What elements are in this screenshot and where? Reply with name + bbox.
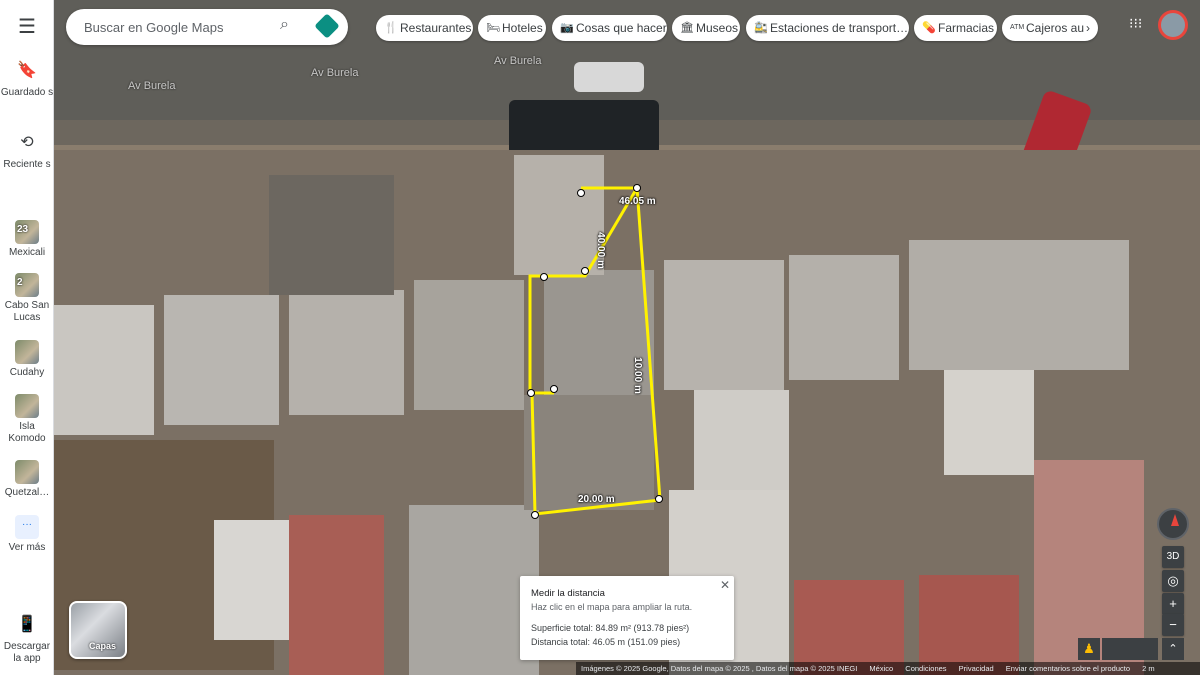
history-icon: ⟲ bbox=[20, 134, 34, 151]
attribution: Imágenes © 2025 Google, Datos del mapa ©… bbox=[581, 664, 858, 673]
measure-point bbox=[633, 184, 641, 192]
chip-cosas-que-hacer[interactable]: 📷 Cosas que hacer bbox=[552, 15, 667, 41]
pegman-icon[interactable]: ♟ bbox=[1078, 638, 1100, 660]
footer-link-mexico[interactable]: México bbox=[869, 664, 893, 673]
measure-point bbox=[531, 511, 539, 519]
apps-icon[interactable]: ⁝⁝⁝ bbox=[1129, 15, 1142, 32]
total-distance: Distancia total: 46.05 m (151.09 pies) bbox=[531, 637, 681, 647]
place-thumbnail bbox=[15, 460, 39, 484]
phone-icon: 📱 bbox=[17, 616, 37, 633]
layers-button[interactable]: Capas bbox=[69, 601, 127, 659]
measure-info-panel: Medir la distancia Haz clic en el mapa p… bbox=[520, 576, 734, 660]
chip-label: Farmacias bbox=[938, 21, 995, 35]
recent-place-quetzal[interactable]: Quetzal… bbox=[0, 460, 54, 499]
rail-label: Guardado s bbox=[0, 87, 54, 98]
layers-label: Capas bbox=[89, 641, 117, 651]
chip-label: Museos bbox=[696, 21, 739, 35]
atm-icon: ATM bbox=[1010, 24, 1025, 31]
street-label: Av Burela bbox=[128, 80, 176, 92]
chip-label: Cajeros au bbox=[1026, 21, 1085, 35]
train-icon: 🚉 bbox=[754, 22, 768, 34]
search-icon[interactable]: ⌕ bbox=[280, 16, 289, 34]
3d-toggle-button[interactable]: 3D bbox=[1162, 546, 1184, 568]
chip-museos[interactable]: 🏛 Museos bbox=[672, 15, 740, 41]
rail-label: Mexicali bbox=[8, 247, 46, 258]
rail-label: Isla Komodo bbox=[8, 421, 46, 444]
recent-place-cudahy[interactable]: Cudahy bbox=[0, 340, 54, 379]
satellite-map[interactable]: 46.05 m 40.00 m 10.00 m 20.00 m Av Burel… bbox=[54, 0, 1200, 675]
imagery-thumbnails[interactable] bbox=[1102, 638, 1158, 660]
search-box: ⌕ bbox=[66, 9, 348, 45]
footer-link-terms[interactable]: Condiciones bbox=[905, 664, 946, 673]
measure-label: 10.00 m bbox=[631, 357, 643, 394]
chip-farmacias[interactable]: 💊 Farmacias bbox=[914, 15, 997, 41]
left-rail: ☰ 🔖 Guardado s ⟲ Reciente s 23 Mexicali … bbox=[0, 0, 54, 675]
chip-label: Estaciones de transport… bbox=[770, 21, 909, 35]
avatar[interactable] bbox=[1158, 10, 1188, 40]
chip-label: Hoteles bbox=[502, 21, 543, 35]
rail-label: Ver más bbox=[8, 542, 46, 553]
chip-cajeros[interactable]: ATM Cajeros au › bbox=[1002, 15, 1098, 41]
count-badge: 2 bbox=[17, 277, 23, 288]
menu-button[interactable]: ☰ bbox=[0, 16, 54, 43]
download-app-button[interactable]: 📱 Descargar la app bbox=[0, 614, 54, 665]
street-label: Av Burela bbox=[494, 55, 542, 67]
measure-overlay bbox=[527, 184, 663, 519]
rail-label: Cabo San Lucas bbox=[4, 300, 50, 323]
rail-label: Quetzal… bbox=[4, 487, 50, 498]
chevron-right-icon[interactable]: › bbox=[1086, 15, 1090, 41]
pharmacy-icon: 💊 bbox=[922, 22, 936, 34]
chip-label: Cosas que hacer bbox=[576, 21, 667, 35]
footer-link-feedback[interactable]: Enviar comentarios sobre el producto bbox=[1006, 664, 1130, 673]
compass-icon[interactable] bbox=[1157, 508, 1189, 540]
recent-place-komodo[interactable]: Isla Komodo bbox=[0, 394, 54, 445]
more-button[interactable]: ··· Ver más bbox=[0, 515, 54, 554]
count-badge: 23 bbox=[17, 224, 29, 235]
measure-label: 40.00 m bbox=[594, 232, 606, 269]
street-label: Av Burela bbox=[311, 67, 359, 79]
zoom-in-button[interactable]: + bbox=[1162, 593, 1184, 615]
bed-icon: 🛏 bbox=[486, 22, 500, 34]
map-footer: Imágenes © 2025 Google, Datos del mapa ©… bbox=[576, 662, 1200, 675]
chip-estaciones[interactable]: 🚉 Estaciones de transport… bbox=[746, 15, 909, 41]
measure-title: Medir la distancia bbox=[531, 588, 605, 599]
close-icon[interactable]: ✕ bbox=[720, 578, 730, 592]
place-thumbnail bbox=[15, 340, 39, 364]
measure-label: 20.00 m bbox=[578, 494, 615, 505]
dots-icon: ··· bbox=[15, 515, 39, 539]
hamburger-icon: ☰ bbox=[18, 16, 36, 38]
chip-hoteles[interactable]: 🛏 Hoteles bbox=[478, 15, 546, 41]
measure-point bbox=[655, 495, 663, 503]
place-thumbnail bbox=[15, 394, 39, 418]
measure-point bbox=[581, 267, 589, 275]
bookmark-icon: 🔖 bbox=[17, 62, 37, 79]
recent-button[interactable]: ⟲ Reciente s bbox=[0, 132, 54, 171]
directions-icon[interactable] bbox=[314, 13, 340, 39]
saved-button[interactable]: 🔖 Guardado s bbox=[0, 60, 54, 99]
measure-point bbox=[527, 389, 535, 397]
museum-icon: 🏛 bbox=[680, 22, 694, 34]
footer-link-privacy[interactable]: Privacidad bbox=[959, 664, 994, 673]
zoom-out-button[interactable]: − bbox=[1162, 614, 1184, 636]
my-location-button[interactable]: ◎ bbox=[1162, 570, 1184, 592]
camera-icon: 📷 bbox=[560, 22, 574, 34]
total-area: Superficie total: 84.89 m² (913.78 pies²… bbox=[531, 623, 690, 633]
fork-knife-icon: 🍴 bbox=[384, 22, 398, 34]
scale-bar[interactable]: 2 m bbox=[1142, 664, 1155, 673]
recent-place-mexicali[interactable]: 23 Mexicali bbox=[0, 220, 54, 259]
rail-label: Cudahy bbox=[9, 367, 45, 378]
chip-restaurantes[interactable]: 🍴 Restaurantes bbox=[376, 15, 473, 41]
search-input[interactable] bbox=[84, 9, 274, 45]
measure-subtitle: Haz clic en el mapa para ampliar la ruta… bbox=[531, 602, 693, 612]
chip-label: Restaurantes bbox=[400, 21, 472, 35]
rail-label: Reciente s bbox=[3, 159, 51, 170]
measure-point bbox=[577, 189, 585, 197]
recent-place-cabo[interactable]: 2 Cabo San Lucas bbox=[0, 273, 54, 324]
measure-point bbox=[550, 385, 558, 393]
measure-label: 46.05 m bbox=[619, 196, 656, 207]
expand-icon[interactable]: ⌃ bbox=[1162, 638, 1184, 660]
measure-point bbox=[540, 273, 548, 281]
rail-label: Descargar la app bbox=[3, 641, 51, 664]
